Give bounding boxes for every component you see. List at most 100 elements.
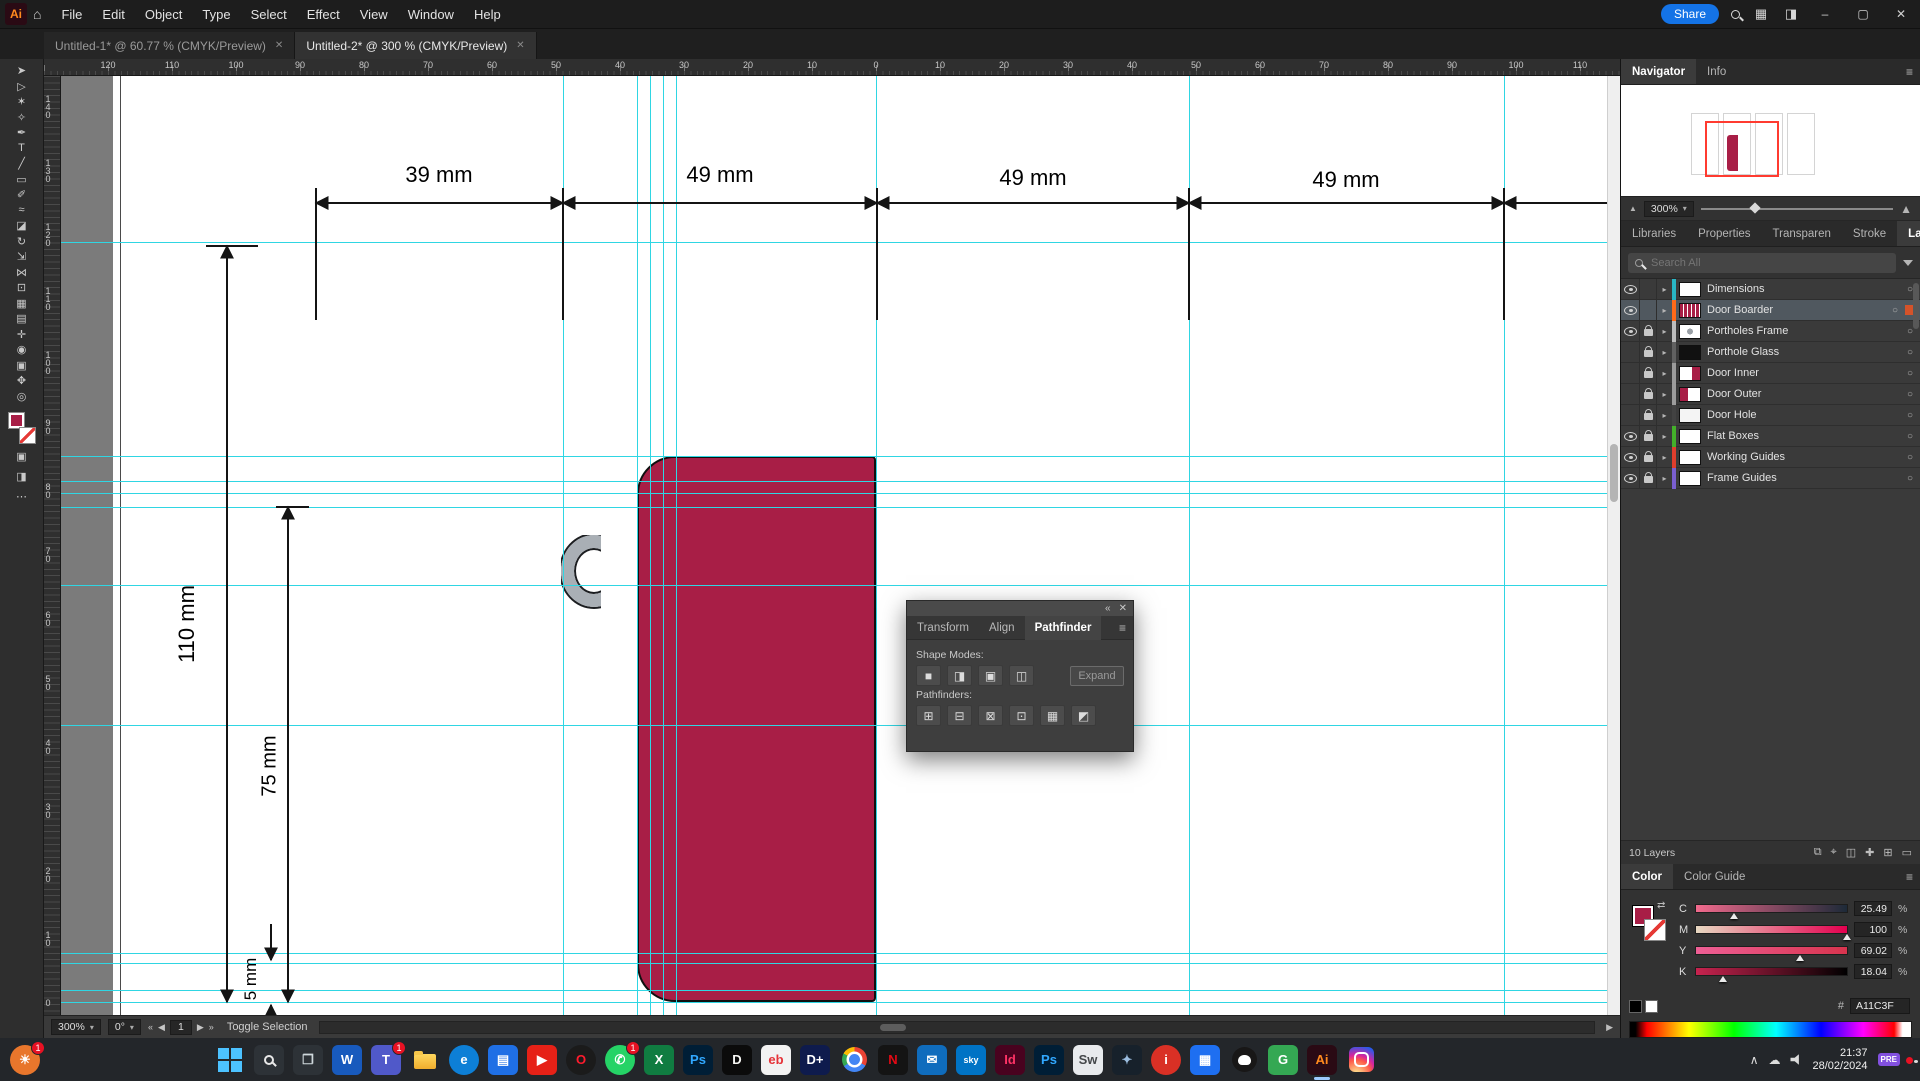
shape-mode-exclude-button[interactable]: ◫ (1009, 665, 1034, 686)
tool-width-tool[interactable]: ⋈ (7, 265, 37, 281)
rotation-control[interactable]: 0° ▾ (108, 1019, 141, 1035)
hex-value-field[interactable]: A11C3F (1850, 998, 1910, 1014)
last-artboard-button[interactable]: » (209, 1022, 214, 1032)
layer-row[interactable]: ▸Dimensions○ (1621, 279, 1920, 300)
tab-layers[interactable]: Layers (1897, 221, 1920, 246)
expand-button[interactable]: Expand (1070, 666, 1124, 686)
canvas-viewport[interactable]: 110 mm 75 mm 5 mm « ✕ TransformAlignPath… (61, 76, 1620, 1015)
expand-arrow-icon[interactable]: ▸ (1657, 411, 1672, 420)
expand-arrow-icon[interactable]: ▸ (1657, 285, 1672, 294)
vertical-scrollbar-thumb[interactable] (1610, 444, 1618, 502)
search-input[interactable] (1649, 256, 1889, 270)
maximize-button[interactable]: ▢ (1850, 7, 1876, 21)
shape-mode-unite-button[interactable]: ■ (916, 665, 941, 686)
tool-line-segment-tool[interactable]: ╱ (7, 156, 37, 172)
tool-pen-tool[interactable]: ✒ (7, 125, 37, 141)
shape-mode-intersect-button[interactable]: ▣ (978, 665, 1003, 686)
horizontal-scrollbar[interactable] (319, 1021, 1596, 1034)
search-icon[interactable] (1731, 10, 1740, 19)
start-button[interactable] (215, 1045, 245, 1075)
lock-toggle[interactable] (1640, 405, 1657, 425)
visibility-toggle[interactable] (1621, 468, 1640, 488)
scroll-right-arrow[interactable]: ▶ (1606, 1022, 1613, 1033)
tool-eyedropper-tool[interactable]: ✛ (7, 327, 37, 343)
news-weather-icon[interactable]: ☀1 (10, 1045, 40, 1075)
opera-icon[interactable]: O (566, 1045, 596, 1075)
excel-icon[interactable]: X (644, 1045, 674, 1075)
draw-mode-icon[interactable]: ▣ (7, 448, 37, 464)
menu-window[interactable]: Window (398, 0, 464, 29)
navigator-zoom-control[interactable]: 300% ▾ (1644, 201, 1694, 217)
fill-stroke-widget[interactable] (7, 412, 37, 444)
lock-toggle[interactable] (1640, 447, 1657, 467)
screen-mode-icon[interactable]: ◨ (7, 468, 37, 484)
mail-icon[interactable]: ✉ (917, 1045, 947, 1075)
door-shape[interactable] (637, 456, 876, 1002)
tool-selection-tool[interactable]: ➤ (7, 63, 37, 79)
color-stroke-swatch[interactable] (1644, 919, 1666, 941)
layer-row[interactable]: ▸Door Boarder○ (1621, 300, 1920, 321)
expand-arrow-icon[interactable]: ▸ (1657, 327, 1672, 336)
pathfinder-tab-pathfinder[interactable]: Pathfinder (1025, 616, 1102, 640)
layer-thumbnail[interactable] (1679, 345, 1701, 360)
visibility-toggle[interactable] (1621, 447, 1640, 467)
visibility-toggle[interactable] (1621, 321, 1640, 341)
layer-row[interactable]: ▸Door Outer○ (1621, 384, 1920, 405)
tool-lasso-tool[interactable]: ✧ (7, 110, 37, 126)
layer-thumbnail[interactable] (1679, 429, 1701, 444)
layer-thumbnail[interactable] (1679, 282, 1701, 297)
pathfinder-divide-button[interactable]: ⊞ (916, 705, 941, 726)
layer-row[interactable]: ▸Flat Boxes○ (1621, 426, 1920, 447)
pathfinder-trim-button[interactable]: ⊟ (947, 705, 972, 726)
navigator-view-box[interactable] (1705, 121, 1779, 177)
youtube-icon[interactable]: ▶ (527, 1045, 557, 1075)
lock-toggle[interactable] (1640, 279, 1657, 299)
target-circle-icon[interactable]: ○ (1900, 389, 1920, 400)
tab-libraries[interactable]: Libraries (1621, 221, 1687, 246)
menu-effect[interactable]: Effect (297, 0, 350, 29)
tool-scale-tool[interactable]: ⇲ (7, 249, 37, 265)
panel-menu-icon[interactable]: ≡ (1119, 621, 1133, 635)
app-x-icon[interactable]: ✦ (1112, 1045, 1142, 1075)
close-button[interactable]: ✕ (1888, 7, 1914, 21)
channel-value-field[interactable]: 100 (1854, 922, 1892, 937)
target-circle-icon[interactable]: ○ (1900, 431, 1920, 442)
tab-color-guide[interactable]: Color Guide (1673, 864, 1756, 889)
lock-toggle[interactable] (1640, 363, 1657, 383)
vertical-scrollbar[interactable] (1607, 76, 1620, 1015)
first-artboard-button[interactable]: « (148, 1022, 153, 1032)
pathfinder-panel-titlebar[interactable]: « ✕ (907, 601, 1133, 616)
artboard-number-field[interactable]: 1 (170, 1020, 192, 1035)
workspace-switcher-icon[interactable]: ▦ (1752, 6, 1770, 22)
lock-toggle[interactable] (1640, 426, 1657, 446)
expand-arrow-icon[interactable]: ▸ (1657, 432, 1672, 441)
zoom-out-icon[interactable]: ▲ (1629, 204, 1637, 213)
tool-zoom-tool[interactable]: ◎ (7, 389, 37, 405)
panel-collapse-icon[interactable]: « (1105, 603, 1111, 614)
tab-close-icon[interactable]: ✕ (516, 40, 524, 51)
visibility-toggle[interactable] (1621, 405, 1640, 425)
layer-row[interactable]: ▸Portholes Frame○ (1621, 321, 1920, 342)
locate-object-icon[interactable]: ⌖ (1831, 846, 1837, 859)
tool-mesh-tool[interactable]: ▦ (7, 296, 37, 312)
tab-info[interactable]: Info (1696, 59, 1737, 84)
visibility-toggle[interactable] (1621, 279, 1640, 299)
chrome-icon[interactable] (839, 1045, 869, 1075)
channel-slider-thumb[interactable] (1843, 934, 1851, 940)
tool-free-transform-tool[interactable]: ⊡ (7, 280, 37, 296)
target-circle-icon[interactable]: ○ (1900, 410, 1920, 421)
expand-arrow-icon[interactable]: ▸ (1657, 390, 1672, 399)
new-sublayer-icon[interactable]: ✚ (1865, 846, 1874, 859)
whatsapp-icon[interactable]: ✆1 (605, 1045, 635, 1075)
new-layer-icon[interactable]: ⊞ (1883, 846, 1892, 859)
pathfinder-crop-button[interactable]: ⊡ (1009, 705, 1034, 726)
color-spectrum-bar[interactable] (1629, 1021, 1912, 1038)
tool-type-tool[interactable]: T (7, 141, 37, 157)
calendar-icon[interactable]: ▦ (1190, 1045, 1220, 1075)
menu-help[interactable]: Help (464, 0, 511, 29)
vertical-ruler[interactable]: 1401301201101009080706050403020100 (44, 76, 61, 1015)
delete-layer-icon[interactable]: ▭ (1902, 846, 1912, 859)
tab-close-icon[interactable]: ✕ (275, 40, 283, 51)
expand-arrow-icon[interactable]: ▸ (1657, 453, 1672, 462)
visibility-toggle[interactable] (1621, 363, 1640, 383)
